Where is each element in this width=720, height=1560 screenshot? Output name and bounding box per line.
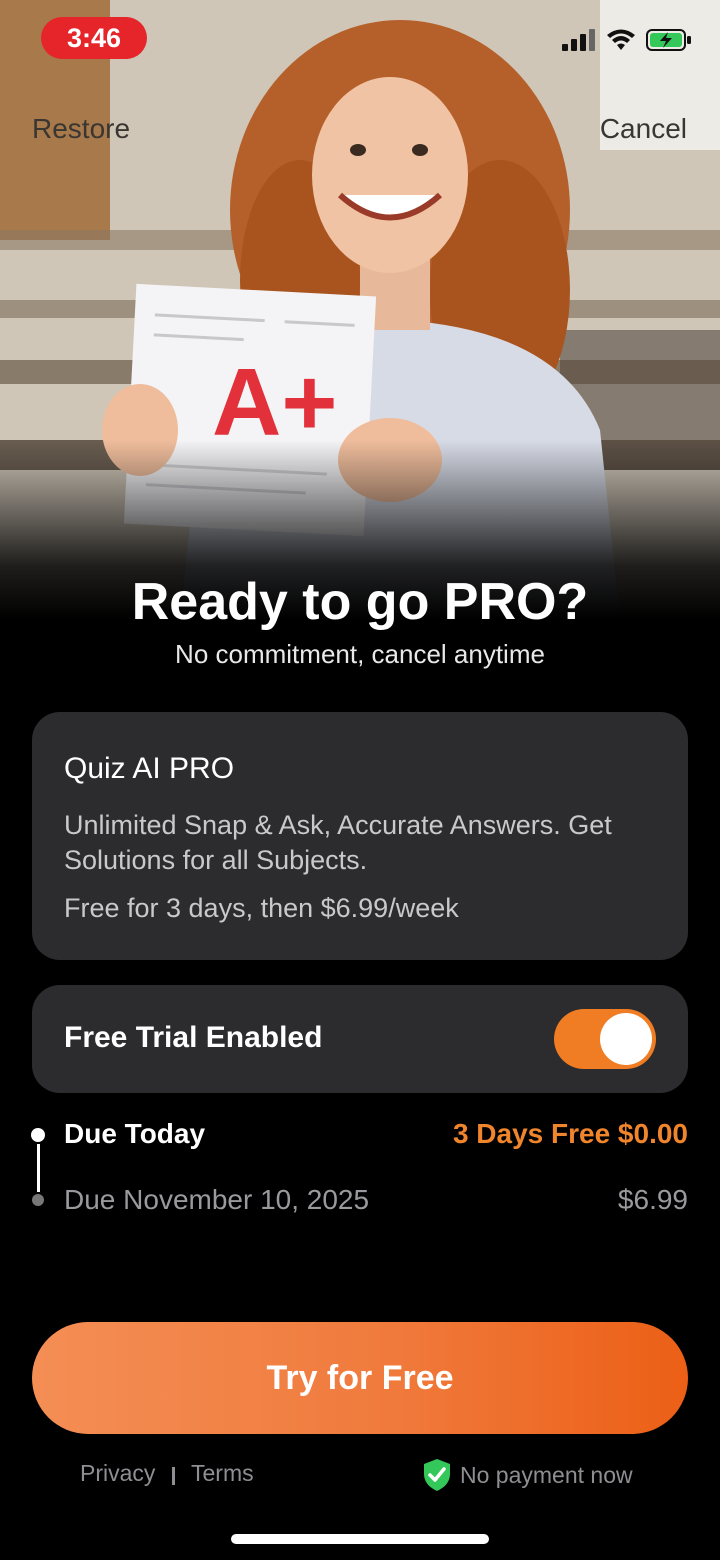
status-icons — [562, 28, 692, 52]
due-today-value: 3 Days Free $0.00 — [452, 1118, 688, 1149]
wifi-icon — [607, 29, 635, 50]
free-trial-row: Free Trial Enabled — [32, 985, 688, 1093]
free-trial-toggle[interactable] — [554, 1009, 656, 1069]
plan-title: Quiz AI PRO — [64, 752, 235, 785]
timeline-dot-today — [31, 1128, 45, 1142]
page-subtitle: No commitment, cancel anytime — [175, 639, 545, 669]
free-trial-label: Free Trial Enabled — [64, 1021, 323, 1054]
restore-button[interactable]: Restore — [32, 113, 130, 145]
cancel-button[interactable]: Cancel — [600, 113, 687, 145]
no-payment-note: No payment now — [422, 1458, 633, 1492]
due-today-label: Due Today — [64, 1118, 206, 1149]
timeline-dot-later — [32, 1194, 44, 1206]
due-later-label: Due November 10, 2025 — [64, 1184, 370, 1215]
billing-timeline: Due Today 3 Days Free $0.00 Due November… — [0, 1110, 720, 1230]
toggle-knob — [600, 1013, 652, 1065]
cellular-signal-icon — [562, 29, 595, 51]
try-for-free-button[interactable]: Try for Free — [32, 1322, 688, 1434]
plan-description: Unlimited Snap & Ask, Accurate Answers. … — [64, 810, 612, 875]
due-later-value: $6.99 — [617, 1184, 688, 1215]
footer-divider — [172, 1467, 175, 1485]
hero-image: A+ — [0, 0, 720, 620]
no-payment-label: No payment now — [460, 1461, 633, 1488]
privacy-link[interactable]: Privacy — [80, 1460, 155, 1487]
status-time: 3:46 — [41, 17, 147, 59]
timeline-connector — [37, 1144, 40, 1192]
shield-check-icon — [424, 1459, 450, 1491]
terms-link[interactable]: Terms — [191, 1460, 254, 1487]
home-indicator[interactable] — [231, 1534, 489, 1544]
plan-price: Free for 3 days, then $6.99/week — [64, 893, 459, 923]
battery-charging-icon — [646, 29, 691, 51]
page-title: Ready to go PRO? — [131, 573, 589, 631]
status-bar: 3:46 — [0, 0, 720, 76]
plan-card: Quiz AI PRO Unlimited Snap & Ask, Accura… — [32, 712, 688, 960]
